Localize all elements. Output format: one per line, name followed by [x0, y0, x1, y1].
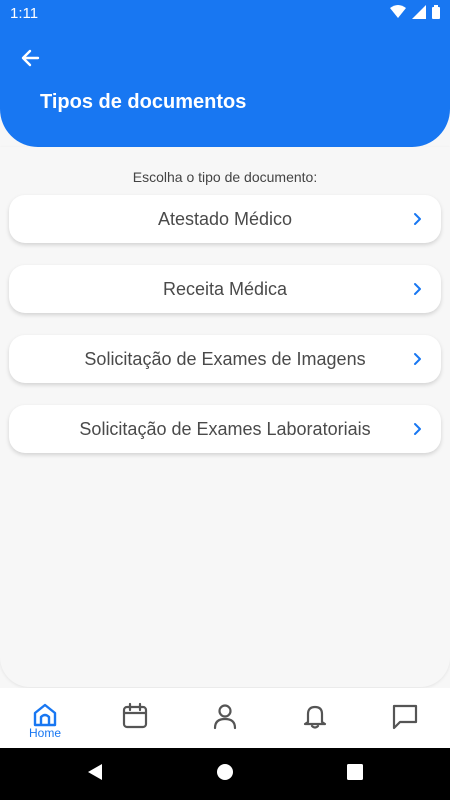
system-navigation-bar	[0, 748, 450, 800]
document-list: Atestado Médico Receita Médica Solicitaç…	[9, 195, 441, 475]
arrow-left-icon[interactable]	[18, 45, 44, 71]
signal-icon	[412, 5, 426, 19]
page-title: Tipos de documentos	[40, 91, 247, 113]
chevron-right-icon	[414, 213, 421, 225]
status-icons	[390, 5, 440, 19]
battery-icon	[432, 5, 440, 19]
document-label: Atestado Médico	[157, 209, 293, 229]
calendar-icon	[122, 702, 148, 729]
document-label: Solicitação de Exames Laboratoriais	[79, 419, 371, 439]
nav-item-notifications[interactable]	[270, 688, 360, 748]
chat-icon	[392, 704, 418, 730]
nav-item-profile[interactable]	[180, 688, 270, 748]
document-types-panel: Escolha o tipo de documento: Atestado Mé…	[0, 147, 450, 687]
bell-icon	[303, 705, 327, 729]
nav-item-home[interactable]: Home	[0, 688, 90, 748]
back-triangle-icon[interactable]	[86, 762, 104, 782]
app-header: 1:11 Tipos de documentos	[0, 0, 450, 147]
nav-item-calendar[interactable]	[90, 688, 180, 748]
document-item-exames-imagens[interactable]: Solicitação de Exames de Imagens	[9, 335, 441, 383]
wifi-icon	[390, 5, 406, 18]
status-bar: 1:11	[0, 0, 450, 26]
status-time: 1:11	[10, 5, 39, 22]
chevron-right-icon	[414, 283, 421, 295]
prompt-text: Escolha o tipo de documento:	[132, 169, 318, 185]
home-icon	[33, 703, 57, 727]
nav-item-messages[interactable]	[360, 688, 450, 748]
person-icon	[213, 704, 237, 730]
document-item-receita[interactable]: Receita Médica	[9, 265, 441, 313]
chevron-right-icon	[414, 353, 421, 365]
document-item-atestado[interactable]: Atestado Médico	[9, 195, 441, 243]
document-item-exames-laboratoriais[interactable]: Solicitação de Exames Laboratoriais	[9, 405, 441, 453]
chevron-right-icon	[414, 423, 421, 435]
document-label: Receita Médica	[162, 279, 288, 299]
document-label: Solicitação de Exames de Imagens	[84, 349, 366, 369]
recents-square-icon[interactable]	[346, 762, 364, 782]
home-circle-icon[interactable]	[216, 762, 234, 782]
bottom-navigation: Home	[0, 688, 450, 748]
nav-label-home: Home	[28, 726, 61, 740]
